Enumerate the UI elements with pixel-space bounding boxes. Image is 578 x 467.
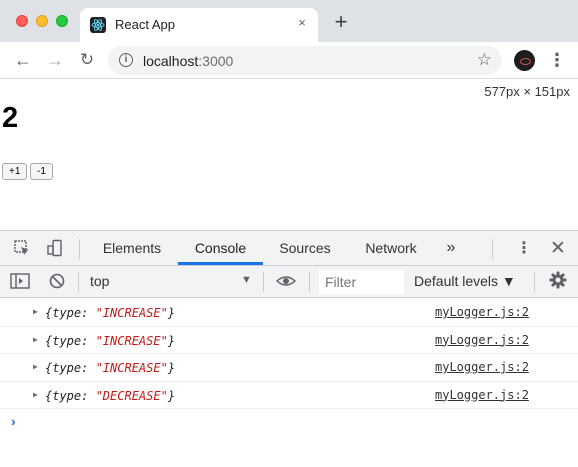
- tab-strip: React App × +: [0, 0, 578, 42]
- separator: [79, 239, 80, 259]
- log-value: "INCREASE": [95, 306, 168, 320]
- bookmark-star-icon[interactable]: ☆: [477, 51, 492, 69]
- separator: [309, 272, 310, 292]
- url-port: :3000: [198, 53, 234, 69]
- more-tabs-icon[interactable]: »: [442, 231, 460, 265]
- new-tab-button[interactable]: +: [331, 11, 351, 33]
- tab-title: React App: [115, 17, 175, 32]
- react-logo-icon: [90, 17, 106, 33]
- log-suffix: }: [167, 333, 176, 348]
- page-viewport: 577px × 151px 2 +1 -1: [0, 80, 578, 230]
- log-source-link[interactable]: myLogger.js:2: [435, 360, 529, 374]
- decrement-button[interactable]: -1: [30, 163, 53, 180]
- close-devtools-icon[interactable]: ✕: [548, 239, 568, 259]
- maximize-window-button[interactable]: [56, 15, 68, 27]
- more-vert-icon[interactable]: ⋮: [548, 49, 566, 71]
- log-entry[interactable]: ▶ {type: "INCREASE"} myLogger.js:2: [0, 327, 578, 354]
- filter-input[interactable]: [319, 270, 404, 294]
- log-message[interactable]: {type: "INCREASE"}: [45, 306, 175, 320]
- console-settings-gear-icon[interactable]: [549, 271, 567, 294]
- separator: [534, 272, 535, 292]
- close-window-button[interactable]: [16, 15, 28, 27]
- log-prefix: {type:: [45, 361, 96, 375]
- tab-sources[interactable]: Sources: [277, 231, 333, 265]
- devtools-menu-icon[interactable]: ⋮: [514, 239, 534, 259]
- log-message[interactable]: {type: "INCREASE"}: [45, 334, 175, 348]
- separator: [492, 239, 493, 259]
- device-toolbar-icon[interactable]: [45, 239, 65, 259]
- extension-icon[interactable]: [514, 50, 535, 71]
- back-arrow-icon[interactable]: ←: [13, 50, 33, 70]
- tab-network[interactable]: Network: [362, 231, 420, 265]
- url-host: localhost: [143, 53, 199, 69]
- log-source-link[interactable]: myLogger.js:2: [435, 388, 529, 402]
- log-source-link[interactable]: myLogger.js:2: [435, 333, 529, 347]
- browser-tab[interactable]: React App ×: [80, 8, 318, 42]
- context-selector[interactable]: top: [90, 273, 109, 289]
- close-tab-icon[interactable]: ×: [294, 15, 310, 31]
- sidebar-toggle-icon[interactable]: [10, 272, 30, 292]
- context-dropdown-icon[interactable]: ▼: [241, 274, 252, 286]
- log-suffix: }: [167, 388, 176, 403]
- live-expression-eye-icon[interactable]: [275, 272, 297, 295]
- devtools-tab-bar: Elements Console Sources Network » ⋮ ✕: [0, 231, 578, 266]
- tab-console[interactable]: Console: [178, 231, 263, 265]
- log-entry[interactable]: ▶ {type: "INCREASE"} myLogger.js:2: [0, 354, 578, 382]
- log-message[interactable]: {type: "DECREASE"}: [45, 389, 175, 403]
- tab-elements[interactable]: Elements: [100, 231, 164, 265]
- console-prompt-icon[interactable]: ›: [11, 413, 16, 429]
- increment-button[interactable]: +1: [2, 163, 28, 180]
- forward-arrow-icon[interactable]: →: [45, 50, 65, 70]
- separator: [78, 272, 79, 292]
- console-log-list: ▶ {type: "INCREASE"} myLogger.js:2 ▶ {ty…: [0, 299, 578, 409]
- browser-toolbar: ← → ↻ i localhost:3000 ☆ ⋮: [0, 42, 578, 79]
- counter-value: 2: [2, 102, 19, 134]
- log-entry[interactable]: ▶ {type: "INCREASE"} myLogger.js:2: [0, 299, 578, 327]
- clear-console-icon[interactable]: [47, 272, 67, 292]
- log-value: "INCREASE": [95, 361, 168, 375]
- minimize-window-button[interactable]: [36, 15, 48, 27]
- log-value: "INCREASE": [95, 333, 168, 348]
- console-toolbar: top ▼ Default levels ▼: [0, 266, 578, 298]
- log-suffix: }: [167, 361, 176, 375]
- expand-arrow-icon[interactable]: ▶: [33, 335, 38, 344]
- expand-arrow-icon[interactable]: ▶: [33, 307, 38, 316]
- log-source-link[interactable]: myLogger.js:2: [435, 305, 529, 319]
- log-entry[interactable]: ▶ {type: "DECREASE"} myLogger.js:2: [0, 382, 578, 409]
- address-bar[interactable]: i localhost:3000 ☆: [108, 46, 502, 75]
- log-prefix: {type:: [45, 333, 96, 348]
- expand-arrow-icon[interactable]: ▶: [33, 362, 38, 371]
- separator: [263, 272, 264, 292]
- expand-arrow-icon[interactable]: ▶: [33, 390, 38, 399]
- log-prefix: {type:: [45, 388, 96, 403]
- inspect-element-icon[interactable]: [12, 239, 32, 259]
- reload-icon[interactable]: ↻: [77, 50, 97, 70]
- log-levels-dropdown[interactable]: Default levels ▼: [414, 273, 516, 289]
- log-suffix: }: [167, 306, 176, 320]
- viewport-dimensions: 577px × 151px: [482, 84, 572, 99]
- devtools-panel: Elements Console Sources Network » ⋮ ✕ t…: [0, 230, 578, 467]
- url-text[interactable]: localhost:3000: [143, 53, 233, 69]
- info-icon[interactable]: i: [119, 53, 133, 67]
- log-prefix: {type:: [45, 306, 96, 320]
- log-value: "DECREASE": [95, 388, 168, 403]
- log-message[interactable]: {type: "INCREASE"}: [45, 361, 175, 375]
